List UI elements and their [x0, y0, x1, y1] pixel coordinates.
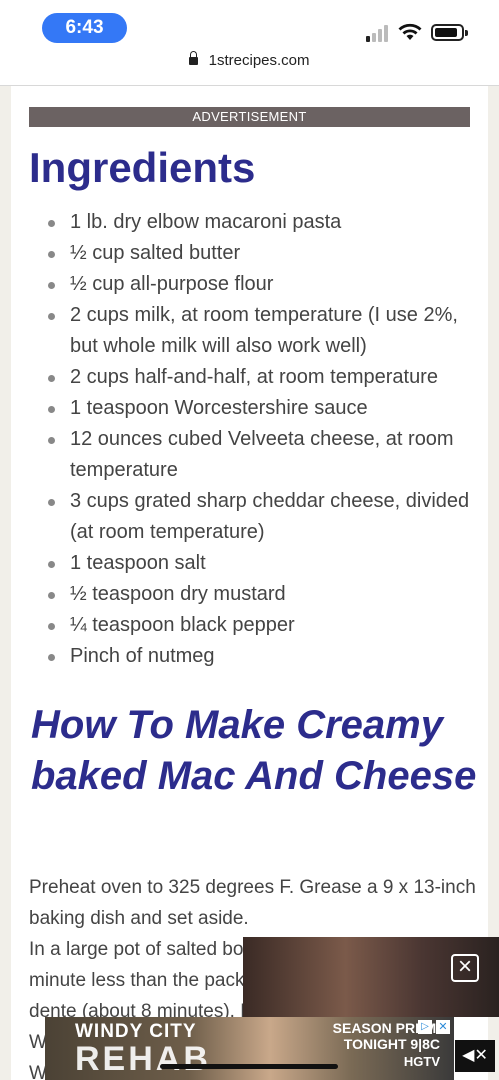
list-item: 2 cups milk, at room temperature (I use …: [48, 300, 478, 362]
list-item: 1 lb. dry elbow macaroni pasta: [48, 207, 478, 238]
banner-show-line2: REHAB: [75, 1040, 211, 1078]
video-ad[interactable]: ×: [243, 937, 499, 1017]
close-icon[interactable]: ×: [451, 954, 479, 982]
howto-heading: How To Make Creamy baked Mac And Cheese: [31, 703, 477, 798]
list-item: 3 cups grated sharp cheddar cheese, divi…: [48, 486, 478, 548]
list-item: ½ teaspoon dry mustard: [48, 579, 478, 610]
list-item: ½ cup all-purpose flour: [48, 269, 478, 300]
home-indicator[interactable]: [160, 1064, 338, 1069]
banner-ad[interactable]: WINDY CITY REHAB SEASON PREMI TONIGHT 9|…: [45, 1017, 454, 1080]
list-item: ¼ teaspoon black pepper: [48, 610, 478, 641]
advertisement-label: ADVERTISEMENT: [29, 107, 470, 127]
list-item: 1 teaspoon Worcestershire sauce: [48, 393, 478, 424]
list-item: 1 teaspoon salt: [48, 548, 478, 579]
ingredients-heading: Ingredients: [29, 144, 256, 191]
cellular-signal-icon: [366, 24, 392, 42]
url-text: 1strecipes.com: [208, 52, 310, 69]
list-item: ½ cup salted butter: [48, 238, 478, 269]
wifi-icon: [398, 23, 422, 40]
list-item: 2 cups half-and-half, at room temperatur…: [48, 362, 478, 393]
banner-promo-line2: TONIGHT 9|8C: [343, 1036, 440, 1052]
address-bar[interactable]: 1strecipes.com: [0, 48, 499, 86]
ad-close-icon[interactable]: ✕: [436, 1020, 450, 1034]
list-item: 12 ounces cubed Velveeta cheese, at room…: [48, 424, 478, 486]
status-time: 6:43: [42, 13, 127, 43]
banner-network-logo: HGTV: [403, 1054, 440, 1069]
list-item: Pinch of nutmeg: [48, 641, 478, 672]
page-content: ADVERTISEMENT Ingredients 1 lb. dry elbo…: [11, 86, 488, 1080]
battery-icon: [431, 24, 468, 41]
ingredients-list: 1 lb. dry elbow macaroni pasta ½ cup sal…: [48, 207, 478, 672]
adchoices-icon[interactable]: ▷: [418, 1020, 432, 1034]
lock-icon: [189, 51, 199, 65]
status-bar: 6:43: [0, 0, 499, 48]
instruction-paragraph: Preheat oven to 325 degrees F. Grease a …: [29, 877, 476, 929]
mute-icon[interactable]: ◀✕: [455, 1040, 495, 1072]
